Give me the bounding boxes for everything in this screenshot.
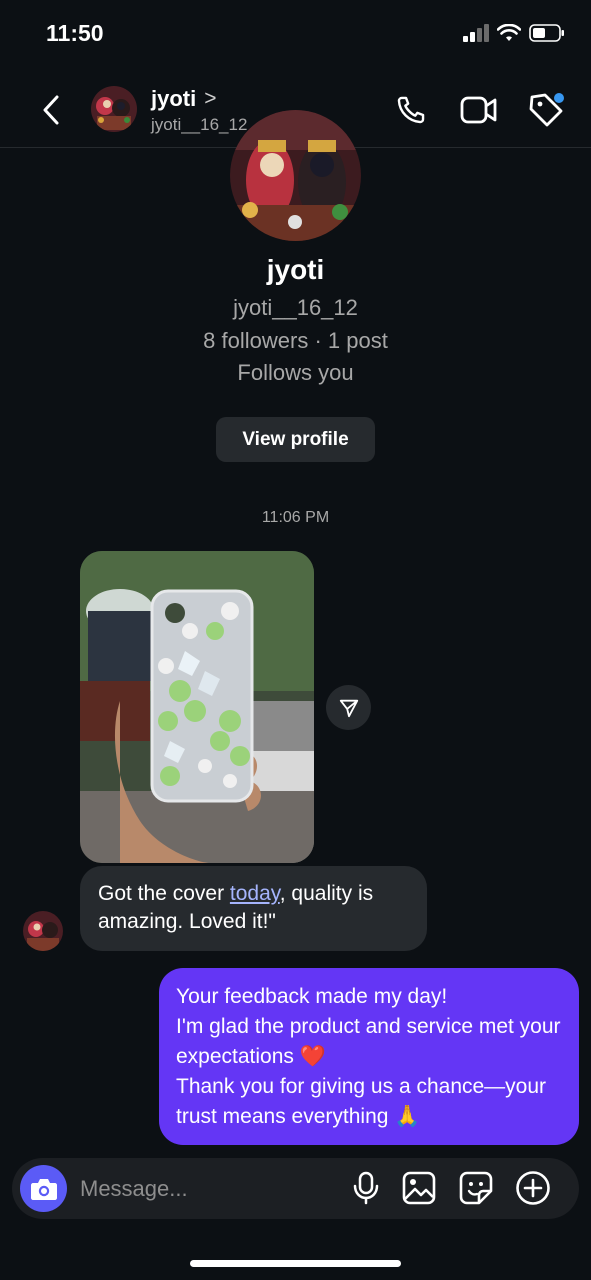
view-profile-button[interactable]: View profile <box>216 417 375 462</box>
incoming-message[interactable]: Got the cover today, quality is amazing.… <box>80 866 427 951</box>
profile-name: jyoti <box>266 254 325 285</box>
status-icons <box>463 24 565 42</box>
incoming-text-start: Got the cover <box>98 882 230 905</box>
phone-icon <box>397 96 425 124</box>
back-button[interactable] <box>34 90 68 130</box>
audio-call-button[interactable] <box>391 90 431 130</box>
tag-button[interactable] <box>526 90 566 130</box>
wifi-icon <box>497 24 521 41</box>
back-icon <box>43 95 59 125</box>
outgoing-message[interactable]: Your feedback made my day! I'm glad the … <box>159 968 579 1145</box>
follows-you-label: Follows you <box>237 360 354 385</box>
outgoing-line-3: Thank you for giving us a chance—your tr… <box>176 1075 547 1128</box>
battery-icon <box>529 24 564 42</box>
profile-username: jyoti__16_12 <box>233 295 358 320</box>
sticker-icon <box>459 1171 493 1205</box>
voice-message-button[interactable] <box>346 1168 386 1208</box>
date-link[interactable]: today <box>230 882 280 905</box>
profile-avatar[interactable] <box>230 110 361 241</box>
home-indicator <box>190 1260 401 1267</box>
message-timestamp: 11:06 PM <box>261 509 330 526</box>
tag-icon <box>529 93 564 127</box>
outgoing-line-2: I'm glad the product and service met you… <box>176 1015 561 1068</box>
video-icon <box>460 96 497 124</box>
video-call-button[interactable] <box>459 90 499 130</box>
status-time: 11:50 <box>46 20 104 46</box>
profile-stats: 8 followers · 1 post <box>203 328 388 353</box>
camera-icon <box>30 1178 57 1200</box>
chevron-right-icon: > <box>204 87 217 110</box>
microphone-icon <box>353 1171 379 1205</box>
send-icon <box>339 699 358 717</box>
outgoing-line-1: Your feedback made my day! <box>176 985 448 1008</box>
header-name-text: jyoti <box>151 86 197 111</box>
gallery-button[interactable] <box>399 1168 439 1208</box>
notification-dot <box>554 93 564 103</box>
sender-avatar[interactable] <box>23 911 63 951</box>
signal-icon <box>463 24 489 42</box>
more-options-button[interactable] <box>513 1168 553 1208</box>
message-composer <box>12 1158 579 1219</box>
message-input[interactable] <box>80 1173 330 1205</box>
header-avatar[interactable] <box>91 86 137 132</box>
header-username: jyoti__16_12 <box>151 115 248 134</box>
plus-icon <box>516 1171 550 1205</box>
header-name[interactable]: jyoti > <box>151 86 217 112</box>
sticker-button[interactable] <box>456 1168 496 1208</box>
share-photo-button[interactable] <box>326 685 371 730</box>
gallery-icon <box>402 1171 436 1205</box>
camera-button[interactable] <box>20 1165 67 1212</box>
shared-photo[interactable] <box>80 551 314 863</box>
